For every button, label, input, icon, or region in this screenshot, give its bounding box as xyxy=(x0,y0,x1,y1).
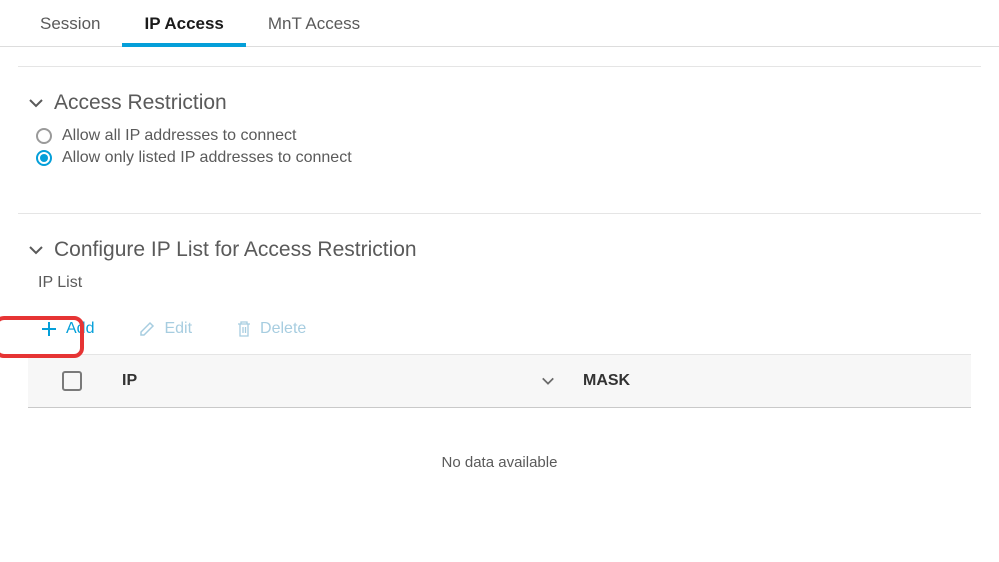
radio-allow-listed[interactable]: Allow only listed IP addresses to connec… xyxy=(36,149,971,167)
access-restriction-section: Access Restriction Allow all IP addresse… xyxy=(0,67,999,167)
delete-button: Delete xyxy=(226,314,316,344)
tab-session[interactable]: Session xyxy=(18,0,122,46)
section-title: Configure IP List for Access Restriction xyxy=(54,238,417,262)
radio-label: Allow all IP addresses to connect xyxy=(62,127,297,145)
table-empty-message: No data available xyxy=(28,408,971,471)
tab-ip-access[interactable]: IP Access xyxy=(122,0,245,46)
radio-label: Allow only listed IP addresses to connec… xyxy=(62,149,352,167)
chevron-down-icon[interactable] xyxy=(28,95,44,111)
table-header: IP MASK xyxy=(28,354,971,408)
trash-icon xyxy=(236,320,252,338)
ip-table: IP MASK No data available xyxy=(28,354,971,471)
plus-icon xyxy=(40,320,58,338)
divider xyxy=(18,47,981,67)
edit-label: Edit xyxy=(164,320,192,338)
edit-button: Edit xyxy=(128,314,202,344)
tab-mnt-access[interactable]: MnT Access xyxy=(246,0,382,46)
toolbar: Add Edit Delete xyxy=(30,314,971,344)
tabs-bar: Session IP Access MnT Access xyxy=(0,0,999,47)
radio-allow-all[interactable]: Allow all IP addresses to connect xyxy=(36,127,971,145)
pencil-icon xyxy=(138,320,156,338)
section-title: Access Restriction xyxy=(54,91,227,115)
ip-list-label: IP List xyxy=(38,274,971,292)
column-mask-header[interactable]: MASK xyxy=(583,372,630,389)
column-ip-header[interactable]: IP xyxy=(122,372,137,390)
chevron-down-icon[interactable] xyxy=(541,374,555,388)
radio-icon xyxy=(36,128,52,144)
radio-selected-icon xyxy=(36,150,52,166)
add-button[interactable]: Add xyxy=(30,314,104,344)
configure-ip-list-section: Configure IP List for Access Restriction… xyxy=(0,214,999,471)
select-all-checkbox[interactable] xyxy=(62,371,82,391)
chevron-down-icon[interactable] xyxy=(28,242,44,258)
delete-label: Delete xyxy=(260,320,306,338)
add-label: Add xyxy=(66,320,94,338)
